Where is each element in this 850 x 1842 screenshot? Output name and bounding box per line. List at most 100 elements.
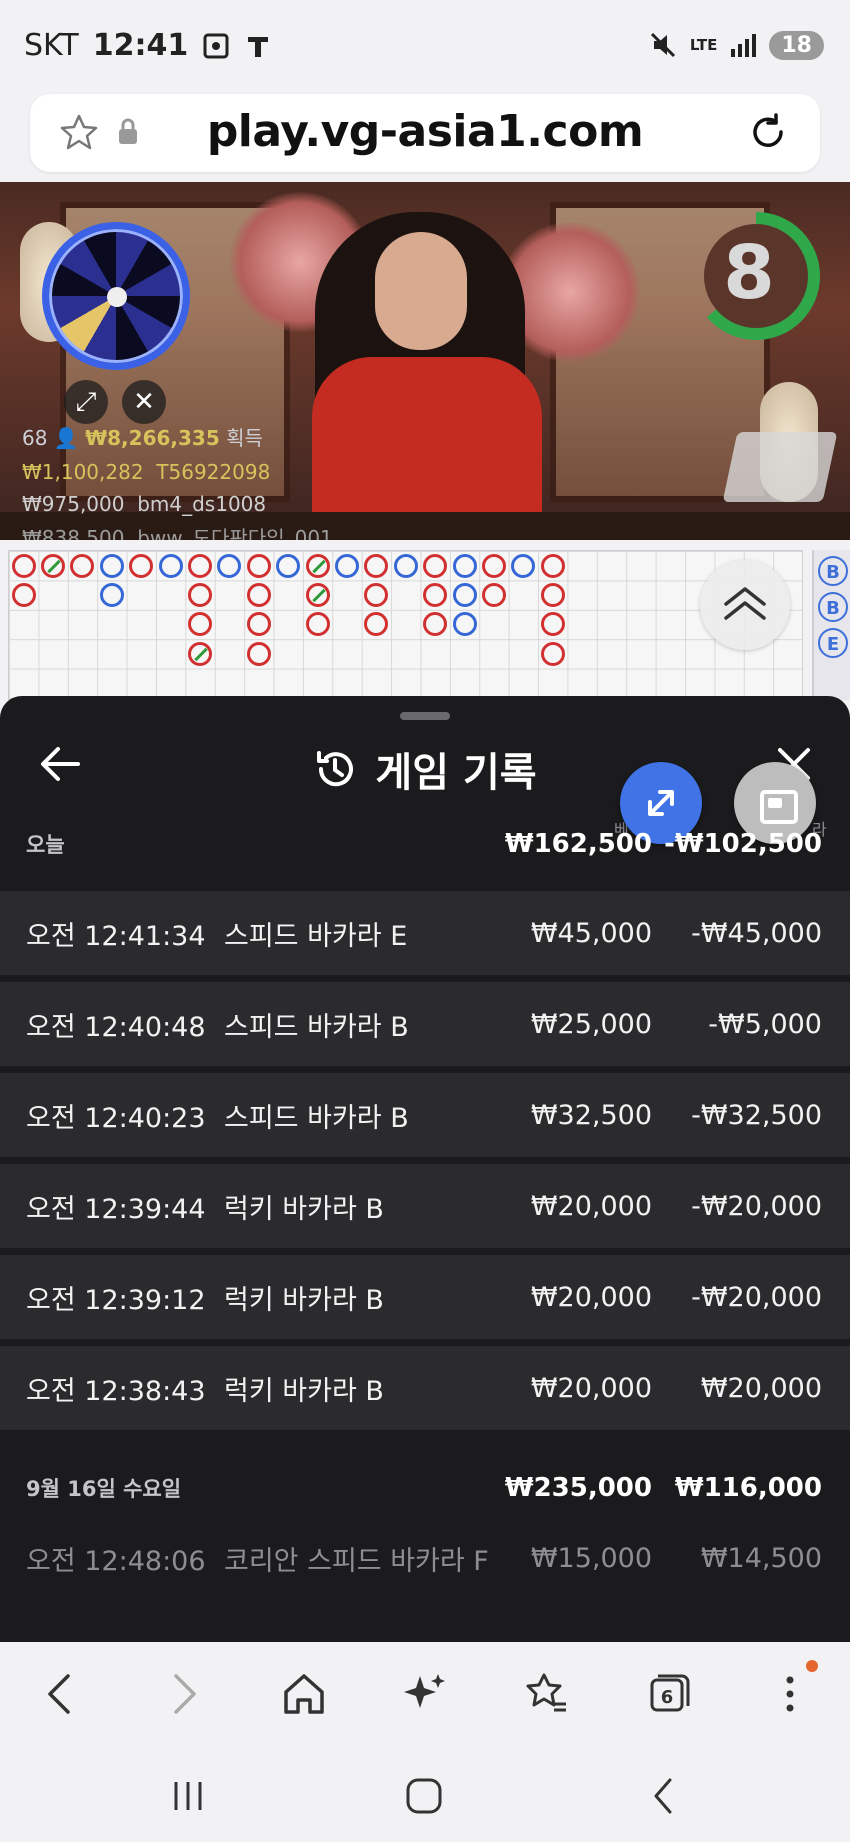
row-pl: -₩20,000 [691, 1281, 822, 1313]
system-home-icon[interactable] [404, 1776, 444, 1816]
bet-user: bm4_ds1008 [137, 492, 267, 516]
road-mark [423, 582, 448, 607]
forward-icon[interactable] [160, 1670, 208, 1718]
side-label: B [818, 556, 848, 586]
road-mark [364, 582, 389, 607]
browser-toolbar: 6 [0, 1642, 850, 1746]
road-scoreboard[interactable] [8, 550, 803, 700]
day-header: 오늘 ₩162,500 -₩102,500 [0, 814, 850, 874]
row-time: 오전 12:38:43 [26, 1375, 206, 1407]
bet-user: bww_도다판다임_001 [137, 526, 333, 540]
win-amount: ₩8,266,335 [85, 426, 220, 450]
road-mark [540, 641, 565, 666]
road-mark [481, 582, 506, 607]
history-row[interactable]: 오전 12:39:44 럭키 바카라 B ₩20,000 -₩20,000 [0, 1164, 850, 1248]
live-video[interactable]: 8 ⤢ ✕ 68 👤 ₩8,266,335 획득 ₩1,100,282 T569… [0, 182, 850, 540]
history-row[interactable]: 오전 12:48:06 코리안 스피드 바카라 F ₩15,000 ₩14,50… [0, 1516, 850, 1600]
row-game: 스피드 바카라 E [224, 920, 408, 952]
dealer-face [375, 232, 467, 350]
tie-slash [47, 559, 61, 573]
row-pl: -₩5,000 [708, 1008, 822, 1040]
road-mark [540, 553, 565, 578]
more-icon[interactable] [766, 1670, 814, 1718]
road-mark [11, 553, 36, 578]
tabs-icon[interactable]: 6 [644, 1670, 692, 1718]
row-bet: ₩32,500 [530, 1099, 652, 1131]
row-time: 오전 12:39:44 [26, 1193, 206, 1225]
row-game: 스피드 바카라 B [224, 1011, 409, 1043]
row-time: 오전 12:40:48 [26, 1011, 206, 1043]
road-mark [217, 553, 242, 578]
winners-summary: 68 👤 ₩8,266,335 획득 [22, 422, 263, 451]
collapse-button[interactable] [700, 560, 790, 650]
road-mark [423, 553, 448, 578]
row-bet: ₩15,000 [530, 1542, 652, 1574]
history-row[interactable]: 오전 12:40:23 스피드 바카라 B ₩32,500 -₩32,500 [0, 1073, 850, 1157]
road-mark [540, 582, 565, 607]
row-pl: ₩14,500 [700, 1542, 822, 1574]
road-mark [187, 641, 212, 666]
bookmarks-icon[interactable] [522, 1670, 570, 1718]
road-mark [423, 612, 448, 637]
road-mark [187, 612, 212, 637]
row-game: 럭키 바카라 B [224, 1284, 384, 1316]
players-count: 68 [22, 426, 48, 450]
card-shoe [722, 432, 838, 502]
day-pl-total: -₩102,500 [664, 829, 822, 859]
road-mark [246, 582, 271, 607]
row-pl: -₩20,000 [691, 1190, 822, 1222]
bet-amount: ₩838,500 [22, 526, 125, 540]
road-mark [246, 553, 271, 578]
row-game: 코리안 스피드 바카라 F [224, 1545, 489, 1577]
history-row[interactable]: 오전 12:41:34 스피드 바카라 E ₩45,000 -₩45,000 [0, 891, 850, 975]
road-mark [305, 582, 330, 607]
row-game: 스피드 바카라 B [224, 1102, 409, 1134]
home-icon[interactable] [280, 1670, 328, 1718]
close-video-icon[interactable]: ✕ [122, 380, 166, 424]
sparkle-icon[interactable] [400, 1670, 448, 1718]
spin-wheel-icon[interactable] [42, 222, 190, 370]
carrier-label: SKT [24, 28, 79, 63]
road-mark [129, 553, 154, 578]
recent-apps-icon[interactable] [168, 1776, 208, 1816]
road-mark [305, 553, 330, 578]
t-app-icon [248, 36, 269, 57]
game-history-sheet[interactable]: 게임 기록 베 라 오늘 ₩162,500 -₩102,500 오전 12:41… [0, 696, 850, 1642]
status-right: LTE 18 [648, 30, 824, 60]
signal-icon [731, 34, 757, 57]
road-mark [246, 612, 271, 637]
history-row[interactable]: 오전 12:38:43 럭키 바카라 B ₩20,000 ₩20,000 [0, 1346, 850, 1430]
sheet-title-row: 게임 기록 [0, 740, 850, 798]
url-text[interactable]: play.vg-asia1.com [30, 106, 820, 157]
day-header: 9월 16일 수요일 ₩235,000 ₩116,000 [0, 1458, 850, 1518]
day-label: 9월 16일 수요일 [26, 1477, 182, 1501]
bet-user: T56922098 [156, 460, 271, 484]
fullscreen-icon[interactable]: ⤢ [64, 380, 108, 424]
road-mark [511, 553, 536, 578]
road-mark [187, 582, 212, 607]
road-mark [364, 612, 389, 637]
countdown-timer: 8 [692, 212, 820, 340]
chevron-up-icon [724, 587, 766, 620]
history-row[interactable]: 오전 12:39:12 럭키 바카라 B ₩20,000 -₩20,000 [0, 1255, 850, 1339]
row-time: 오전 12:39:12 [26, 1284, 206, 1316]
road-mark [276, 553, 301, 578]
day-bet-total: ₩235,000 [504, 1473, 652, 1503]
screenshot-icon [203, 33, 229, 58]
side-label: B [818, 592, 848, 622]
reload-icon[interactable] [746, 110, 790, 154]
road-mark [334, 553, 359, 578]
battery-indicator: 18 [769, 30, 824, 60]
road-mark [540, 612, 565, 637]
address-bar[interactable]: play.vg-asia1.com [30, 94, 820, 172]
road-mark [187, 553, 212, 578]
system-back-icon[interactable] [644, 1776, 684, 1816]
history-row[interactable]: 오전 12:40:48 스피드 바카라 B ₩25,000 -₩5,000 [0, 982, 850, 1066]
sheet-handle[interactable] [400, 712, 450, 720]
back-icon[interactable] [36, 1670, 84, 1718]
row-time: 오전 12:48:06 [26, 1545, 206, 1577]
row-bet: ₩20,000 [530, 1372, 652, 1404]
row-bet: ₩45,000 [530, 917, 652, 949]
row-game: 럭키 바카라 B [224, 1193, 384, 1225]
day-bet-total: ₩162,500 [504, 829, 652, 859]
